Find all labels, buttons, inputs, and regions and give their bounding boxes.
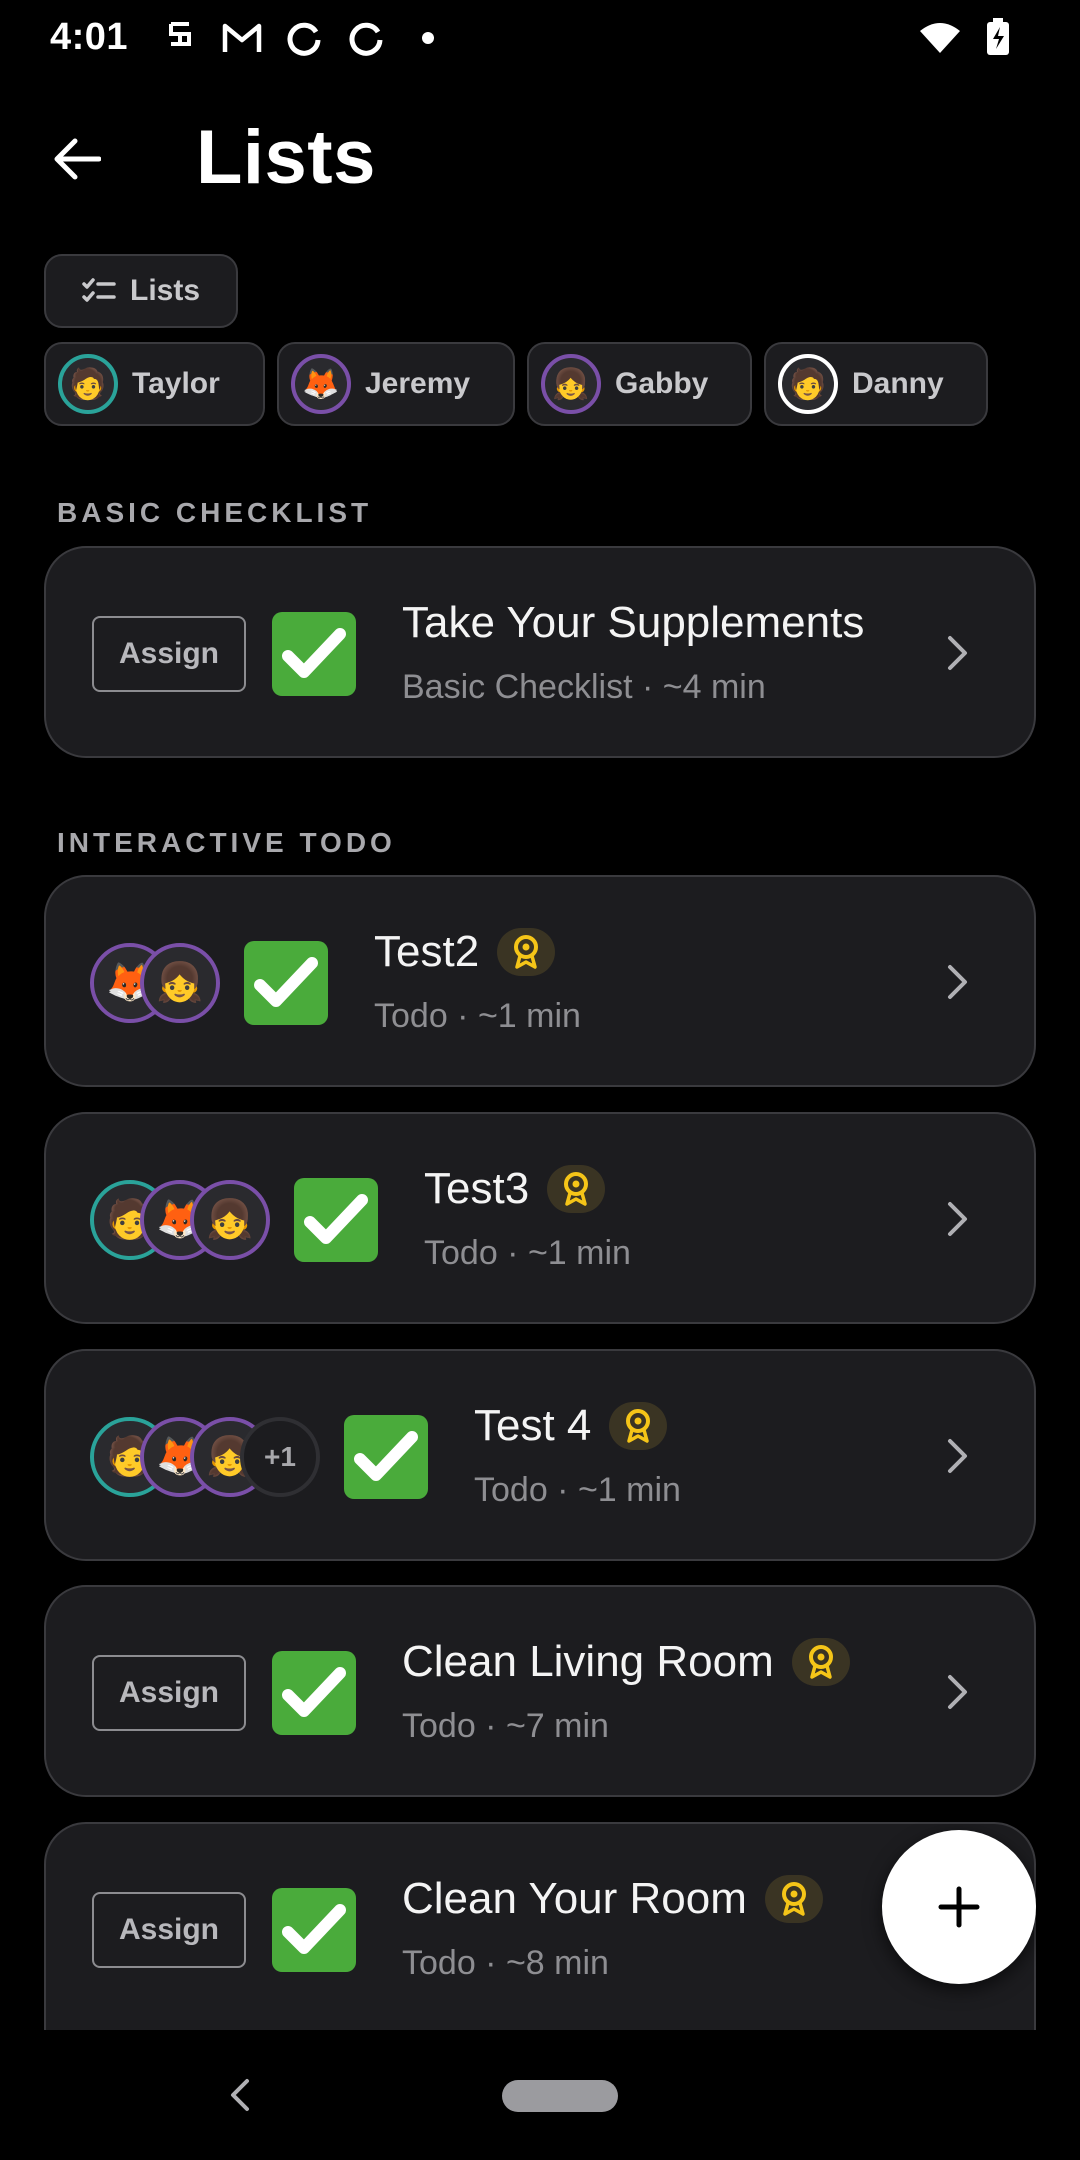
add-list-fab[interactable] [882,1830,1036,1984]
more-assignees-count: +1 [240,1417,320,1497]
checkmark-icon [344,1415,428,1499]
person-chip-jeremy[interactable]: 🦊 Jeremy [277,342,515,426]
reward-badge-icon [547,1165,606,1213]
list-card-take-your-supplements[interactable]: Assign Take Your Supplements Basic Check… [44,546,1036,758]
reward-badge-icon [764,1875,823,1923]
card-title: Test2 [374,927,556,977]
wifi-icon [920,21,960,58]
person-chip-taylor[interactable]: 🧑 Taylor [44,342,265,426]
card-title: Clean Living Room [402,1637,850,1687]
system-icons [920,18,1010,61]
avatar: 🧑 [58,354,118,414]
card-subtitle: Todo · ~7 min [402,1707,609,1745]
notification-icons [160,18,448,58]
avatar: 🧑 [778,354,838,414]
status-time: 4:01 [50,16,129,58]
chevron-left-icon [231,2079,249,2111]
notification-app-icon [160,18,200,58]
chevron-right-icon [938,1194,978,1244]
reward-badge-icon [497,928,556,976]
avatar: 👧 [190,1180,270,1260]
card-subtitle: Basic Checklist · ~4 min [402,668,766,706]
checkmark-icon [272,1888,356,1972]
avatar: 🦊 [291,354,351,414]
plus-icon [938,1886,980,1928]
page-title: Lists [196,115,376,200]
assign-button[interactable]: Assign [92,1655,246,1731]
section-label-basic-checklist: BASIC CHECKLIST [57,497,373,528]
status-bar: 4:01 [0,0,1080,80]
gmail-icon [222,18,262,58]
card-subtitle: Todo · ~8 min [402,1944,609,1982]
checkmark-icon [294,1178,378,1262]
chevron-right-icon [938,628,978,678]
person-chip-gabby[interactable]: 👧 Gabby [527,342,752,426]
assign-button[interactable]: Assign [92,616,246,692]
app-bar: Lists [0,110,1080,210]
list-card-test2[interactable]: 🦊 👧 Test2 Todo · ~1 min [44,875,1036,1087]
chevron-right-icon [938,1431,978,1481]
card-title: Take Your Supplements [402,598,865,647]
checkmark-icon [272,1651,356,1735]
reward-badge-icon [791,1638,850,1686]
chevron-right-icon [938,957,978,1007]
lists-chip-label: Lists [130,274,201,307]
card-title: Test 4 [474,1401,668,1451]
list-card-clean-living-room[interactable]: Assign Clean Living Room Todo · ~7 min [44,1585,1036,1797]
card-subtitle: Todo · ~1 min [474,1471,681,1509]
card-title: Test3 [424,1164,606,1214]
back-button[interactable] [42,124,112,194]
list-card-test3[interactable]: 🧑 🦊 👧 Test3 Todo · ~1 min [44,1112,1036,1324]
system-nav-bar [0,2030,1080,2160]
dot-icon [408,18,448,58]
lists-filter-chip[interactable]: Lists [44,254,238,328]
card-subtitle: Todo · ~1 min [424,1234,631,1272]
reward-badge-icon [609,1402,668,1450]
card-subtitle: Todo · ~1 min [374,997,581,1035]
checklist-icon [82,278,116,302]
battery-charging-icon [986,18,1010,61]
arrow-left-icon [54,138,101,180]
chevron-right-icon [938,1667,978,1717]
section-label-interactive-todo: INTERACTIVE TODO [57,827,396,858]
person-name: Jeremy [365,367,471,400]
checkmark-icon [244,941,328,1025]
assign-button[interactable]: Assign [92,1892,246,1968]
person-name: Danny [852,367,944,400]
nav-back-button[interactable] [220,2068,260,2122]
checkmark-icon [272,612,356,696]
sync-icon [346,18,386,58]
nav-home-pill[interactable] [502,2080,618,2112]
avatar: 👧 [140,943,220,1023]
person-name: Taylor [132,367,220,400]
sync-icon [284,18,324,58]
avatar: 👧 [541,354,601,414]
list-card-test-4[interactable]: 🧑 🦊 👧 +1 Test 4 Todo · ~1 min [44,1349,1036,1561]
card-title: Clean Your Room [402,1874,823,1924]
person-name: Gabby [615,367,709,400]
person-chip-danny[interactable]: 🧑 Danny [764,342,988,426]
